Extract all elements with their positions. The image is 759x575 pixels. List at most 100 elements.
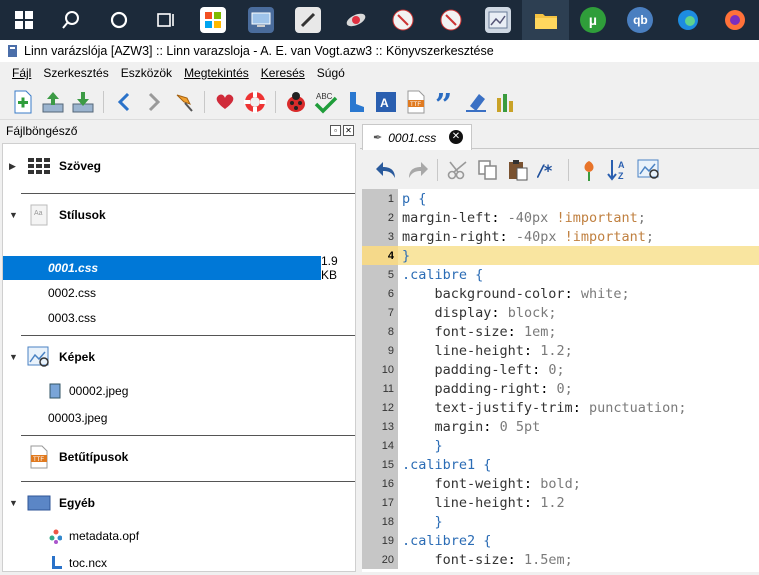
file-item-0002-css[interactable]: 0002.css — [3, 281, 355, 305]
code-text: } — [402, 513, 443, 530]
paste-button[interactable] — [503, 155, 533, 185]
code-line[interactable]: 3 margin-right: -40px !important; — [362, 227, 759, 246]
clipboard-icon — [509, 160, 528, 181]
close-dock-button[interactable]: ✕ — [343, 125, 354, 136]
help-button[interactable] — [240, 87, 270, 117]
save-button[interactable] — [68, 87, 98, 117]
code-line[interactable]: 15 .calibre1 { — [362, 455, 759, 474]
pretty-print-button[interactable] — [574, 155, 604, 185]
insert-comment-button[interactable]: /* — [533, 155, 563, 185]
taskbar-firefox[interactable] — [712, 0, 759, 40]
collapse-arrow-icon[interactable]: ▼ — [9, 210, 23, 220]
menu-view[interactable]: Megtekintés — [178, 66, 255, 80]
dictionary-button[interactable]: A — [371, 87, 401, 117]
reports-button[interactable] — [341, 87, 371, 117]
category-fonts-label: Betűtípusok — [59, 450, 129, 464]
cut-button[interactable] — [443, 155, 473, 185]
pin-button[interactable] — [169, 87, 199, 117]
menu-edit[interactable]: Szerkesztés — [37, 66, 114, 80]
code-line[interactable]: 12 text-justify-trim: punctuation; — [362, 398, 759, 417]
code-line[interactable]: 9 line-height: 1.2; — [362, 341, 759, 360]
images-icon — [27, 345, 51, 369]
code-line[interactable]: 11 padding-right: 0; — [362, 379, 759, 398]
task-view-button[interactable] — [142, 0, 189, 40]
taskbar-app-6[interactable] — [474, 0, 521, 40]
smarten-quotes-button[interactable]: ” — [431, 87, 461, 117]
spellcheck-button[interactable]: ABC — [311, 87, 341, 117]
taskbar-qbittorrent[interactable]: qb — [617, 0, 664, 40]
category-other-label: Egyéb — [59, 496, 96, 510]
taskbar-store[interactable] — [190, 0, 237, 40]
line-number: 19 — [362, 531, 398, 550]
code-line[interactable]: 19 .calibre2 { — [362, 531, 759, 550]
undo-button[interactable] — [372, 155, 402, 185]
remove-formatting-button[interactable] — [461, 87, 491, 117]
code-text: text-justify-trim: punctuation; — [434, 399, 687, 416]
editor-tab-0001-css[interactable]: ✒ 0001.css ✕ — [362, 124, 472, 150]
code-line[interactable]: 2 margin-left: -40px !important; — [362, 208, 759, 227]
code-line[interactable]: 20 font-size: 1.5em; — [362, 550, 759, 569]
sort-button[interactable]: AZ — [604, 155, 634, 185]
taskbar-app-4[interactable] — [380, 0, 427, 40]
new-file-button[interactable] — [8, 87, 38, 117]
expand-arrow-icon[interactable]: ▶ — [9, 161, 23, 172]
download-save-icon — [72, 91, 94, 112]
code-line[interactable]: 13 margin: 0 5pt — [362, 417, 759, 436]
code-line[interactable]: 7 display: block; — [362, 303, 759, 322]
file-item-0003-css[interactable]: 0003.css — [3, 306, 355, 330]
code-line[interactable]: 16 font-weight: bold; — [362, 474, 759, 493]
scissors-icon — [447, 161, 467, 180]
file-item-toc-ncx[interactable]: toc.ncx — [3, 551, 355, 575]
insert-image-button[interactable] — [634, 155, 664, 185]
code-line[interactable]: 8 font-size: 1em; — [362, 322, 759, 341]
taskbar-utorrent[interactable]: µ — [569, 0, 616, 40]
code-line[interactable]: 18 } — [362, 512, 759, 531]
close-tab-icon[interactable]: ✕ — [449, 130, 463, 144]
code-editor[interactable]: 1p {2 margin-left: -40px !important; 3 marg… — [362, 189, 759, 572]
donate-button[interactable] — [210, 87, 240, 117]
float-dock-button[interactable]: ▫ — [330, 125, 341, 136]
forward-button[interactable] — [139, 87, 169, 117]
file-item-00002-jpeg[interactable]: 00002.jpeg — [3, 379, 355, 403]
search-button[interactable] — [47, 0, 94, 40]
code-line[interactable]: 14 } — [362, 436, 759, 455]
taskbar-edge[interactable] — [664, 0, 711, 40]
category-other[interactable]: ▼ Egyéb — [3, 481, 355, 525]
code-line[interactable]: 5 .calibre { — [362, 265, 759, 284]
file-browser-dock: Fájlböngésző ▫ ✕ ▶ Szöveg ▼ Aa Stílusok … — [0, 121, 358, 572]
redo-button[interactable] — [402, 155, 432, 185]
menu-tools[interactable]: Eszközök — [115, 66, 178, 80]
collapse-arrow-icon[interactable]: ▼ — [9, 352, 23, 362]
code-line[interactable]: 17 line-height: 1.2 — [362, 493, 759, 512]
start-button[interactable] — [0, 0, 47, 40]
menu-file[interactable]: Fájl — [6, 66, 37, 80]
statistics-button[interactable] — [491, 87, 521, 117]
taskbar-app-2[interactable] — [285, 0, 332, 40]
copy-button[interactable] — [473, 155, 503, 185]
taskbar-file-explorer[interactable] — [521, 0, 570, 40]
cortana-button[interactable] — [95, 0, 142, 40]
fonts-button[interactable]: TTF — [401, 87, 431, 117]
code-line[interactable]: 6 background-color: white; — [362, 284, 759, 303]
taskbar-app-3[interactable] — [332, 0, 379, 40]
menu-help[interactable]: Súgó — [311, 66, 351, 80]
category-images[interactable]: ▼ Képek — [3, 335, 355, 379]
line-number: 17 — [362, 493, 398, 512]
file-item-0001-css[interactable]: 0001.css 1.9 KB — [3, 254, 355, 282]
import-button[interactable] — [38, 87, 68, 117]
code-line[interactable]: 4} — [362, 246, 759, 265]
category-text[interactable]: ▶ Szöveg — [3, 144, 355, 188]
category-fonts[interactable]: TTF Betűtípusok — [3, 435, 355, 479]
code-line[interactable]: 1p { — [362, 189, 759, 208]
taskbar-app-5[interactable] — [427, 0, 474, 40]
font-file-icon: TTF — [27, 445, 51, 469]
collapse-arrow-icon[interactable]: ▼ — [9, 498, 23, 508]
back-button[interactable] — [109, 87, 139, 117]
check-book-button[interactable] — [281, 87, 311, 117]
category-styles[interactable]: ▼ Aa Stílusok — [3, 193, 355, 237]
file-item-00003-jpeg[interactable]: 00003.jpeg — [3, 406, 355, 430]
file-item-metadata-opf[interactable]: metadata.opf — [3, 524, 355, 548]
taskbar-app-1[interactable] — [237, 0, 284, 40]
menu-search[interactable]: Keresés — [255, 66, 311, 80]
code-line[interactable]: 10 padding-left: 0; — [362, 360, 759, 379]
